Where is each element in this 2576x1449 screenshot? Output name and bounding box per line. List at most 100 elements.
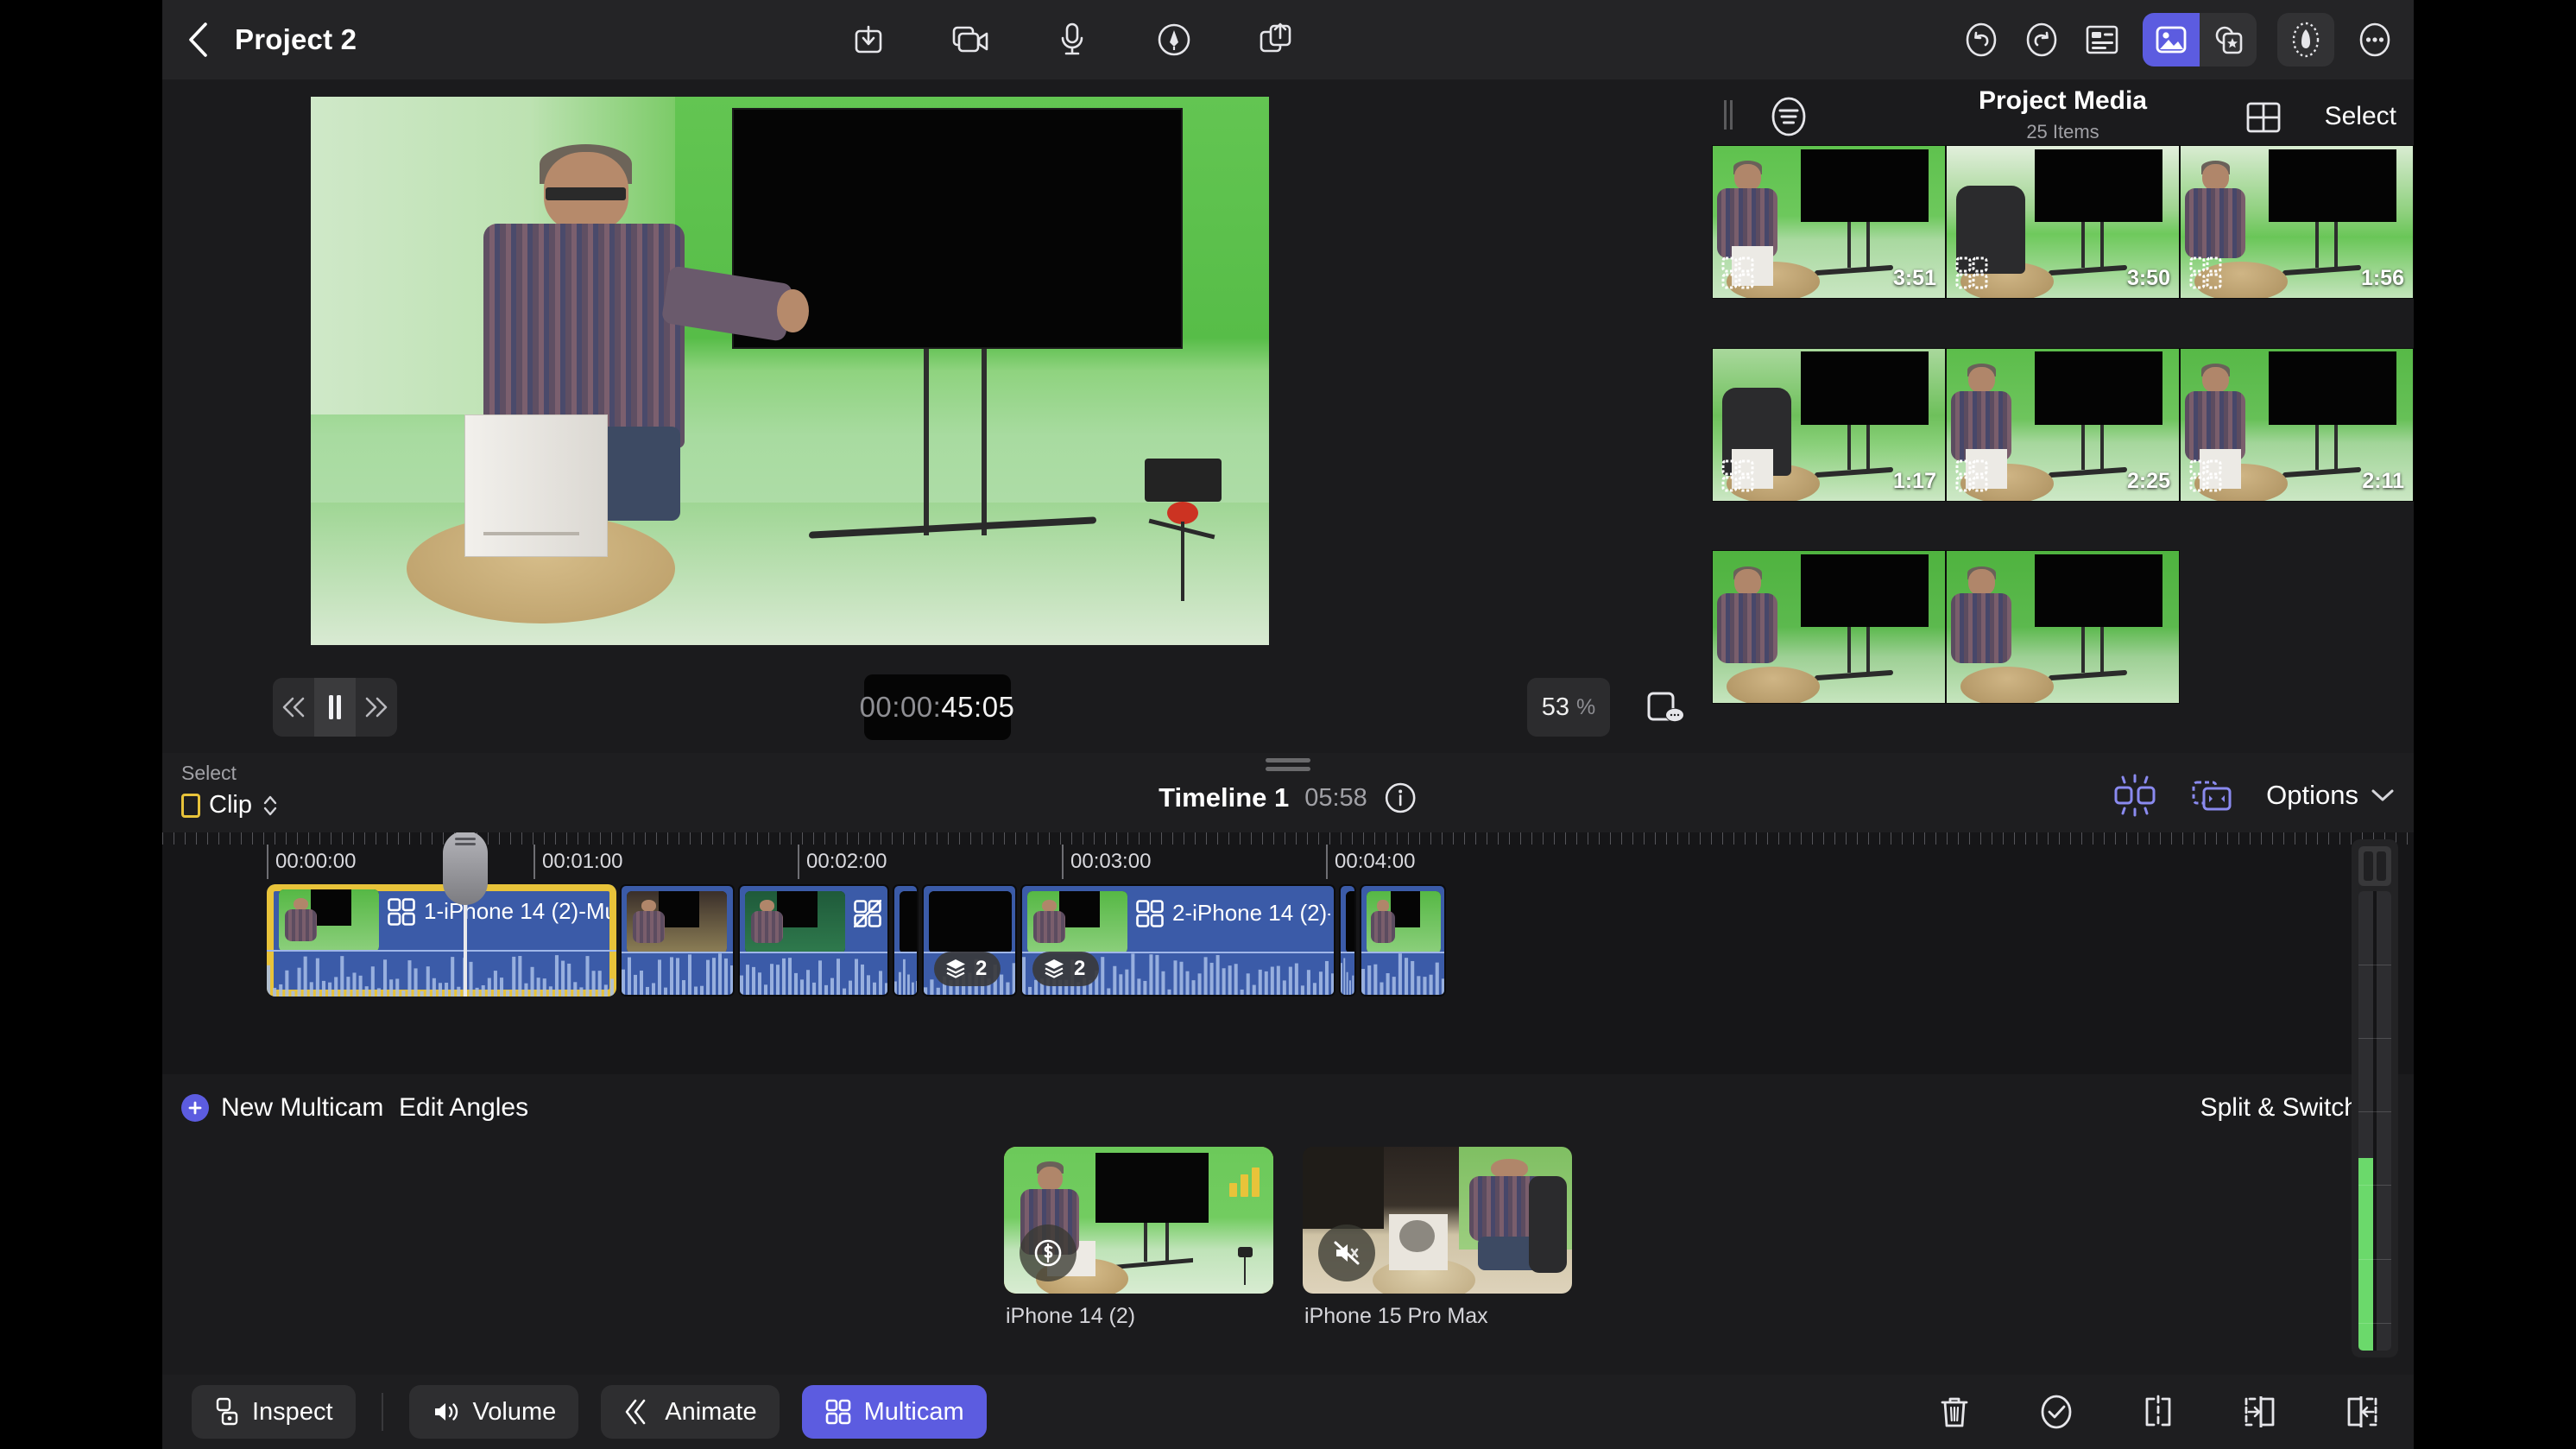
magic-wand-icon[interactable] — [2277, 13, 2334, 66]
timecode-display[interactable]: 00:00: 45:05 — [860, 674, 1015, 740]
timeline-clip[interactable]: 2-iPhone 14 (2)-Multicam Clip 6 2 — [1020, 884, 1335, 997]
timeline-name: Timeline 1 — [1159, 782, 1290, 813]
approve-icon[interactable] — [2034, 1389, 2079, 1434]
clip-layers-count: 2 — [1074, 957, 1086, 980]
media-select-button[interactable]: Select — [2325, 102, 2396, 131]
timeline-track[interactable]: 1-iPhone 14 (2)-Multicam Clip42-iP...22-… — [162, 884, 2414, 997]
edit-angles-button[interactable]: Edit Angles — [399, 1093, 528, 1123]
info-icon[interactable] — [1383, 781, 1417, 815]
timeline-title-group: Timeline 1 05:58 — [1159, 781, 1417, 815]
zoom-level-control[interactable]: 53 % — [1527, 678, 1610, 737]
angle-thumbnail[interactable] — [1004, 1147, 1273, 1294]
share-icon[interactable] — [1256, 20, 1296, 60]
clip-waveform — [622, 950, 733, 995]
bottom-left-tools: Inspect Volume Animate Multicam — [162, 1385, 987, 1439]
multicam-label: Multicam — [863, 1397, 964, 1426]
trim-start-icon[interactable] — [2238, 1389, 2282, 1434]
inspect-button[interactable]: Inspect — [192, 1385, 356, 1439]
media-item[interactable]: 3:51 — [1712, 145, 1946, 299]
record-voiceover-icon[interactable] — [1052, 20, 1092, 60]
clip-mode-selector[interactable]: Clip — [181, 791, 280, 819]
angle-label: iPhone 14 (2) — [1006, 1304, 1136, 1328]
media-duration: 3:51 — [1892, 266, 1936, 290]
new-multicam-button[interactable]: New Multicam — [181, 1093, 383, 1123]
angle-item-1[interactable]: iPhone 14 (2) — [1004, 1147, 1273, 1329]
audio-meter[interactable] — [2352, 839, 2398, 1357]
timeline-clip[interactable] — [1360, 884, 1446, 997]
timeline-clip[interactable] — [893, 884, 919, 997]
redo-icon[interactable] — [2022, 20, 2061, 60]
timecode-dim-prefix: 00:00: — [859, 691, 942, 723]
media-item[interactable]: 3:50 — [1946, 145, 2180, 299]
timeline-clip[interactable]: 1-iPhone 14 (2)-Multicam Clip — [267, 884, 616, 997]
volume-button[interactable]: Volume — [408, 1385, 579, 1439]
angle-label: iPhone 15 Pro Max — [1304, 1304, 1488, 1328]
multicam-icon — [2189, 256, 2222, 289]
transport-controls — [273, 678, 397, 737]
audio-channel-left — [2358, 891, 2373, 1351]
playhead[interactable] — [443, 832, 488, 997]
airplay-icon[interactable] — [1638, 681, 1693, 733]
clip-mode-label: Clip — [209, 791, 252, 819]
angle-audio-meter — [1229, 1166, 1260, 1197]
media-browser-panel: Project Media 25 Items Select 3:51 3:50 1:… — [1712, 79, 2414, 753]
angle-item-2[interactable]: iPhone 15 Pro Max — [1303, 1147, 1572, 1329]
audio-solo-icon[interactable] — [1020, 1224, 1076, 1281]
angle-thumbnail[interactable] — [1303, 1147, 1572, 1294]
timecode-value: 45:05 — [941, 691, 1015, 723]
titles-icon[interactable] — [2082, 20, 2122, 60]
timeline-options-button[interactable]: Options — [2266, 780, 2395, 811]
multicam-panel: New Multicam Edit Angles Split & Switch — [162, 1074, 2414, 1375]
media-item[interactable]: 2:25 — [1946, 347, 2180, 502]
timeline-clip[interactable]: 2-iP... — [738, 884, 889, 997]
timeline-ruler[interactable]: 00:00:00 00:01:00 00:02:00 00:03:00 00:0… — [162, 832, 2414, 884]
back-button[interactable] — [183, 22, 212, 57]
clip-waveform — [1361, 950, 1444, 995]
timeline-body[interactable]: 00:00:00 00:01:00 00:02:00 00:03:00 00:0… — [162, 832, 2414, 1074]
split-clip-icon[interactable] — [2136, 1389, 2181, 1434]
clip-thumbnail — [1346, 891, 1354, 953]
delete-icon[interactable] — [1932, 1389, 1977, 1434]
animate-icon — [625, 1399, 646, 1425]
timeline-clip[interactable] — [1339, 884, 1356, 997]
media-browser-title: Project Media — [1978, 86, 2148, 115]
timeline-clip[interactable]: 4 — [620, 884, 735, 997]
audio-muted-icon[interactable] — [1318, 1224, 1375, 1281]
draw-icon[interactable] — [1154, 20, 1194, 60]
multicam-button[interactable]: Multicam — [801, 1385, 987, 1439]
media-item[interactable]: 2:11 — [2180, 347, 2414, 502]
toolbar-center-group — [849, 20, 1296, 60]
playhead-handle[interactable] — [443, 832, 488, 905]
clip-thumbnail — [627, 891, 727, 953]
timeline-clip[interactable]: 2 — [922, 884, 1017, 997]
duplicate-clip-icon[interactable] — [2188, 774, 2237, 817]
panel-drag-handle[interactable] — [1266, 758, 1310, 775]
media-item[interactable] — [1946, 550, 2180, 705]
clip-thumbnail — [929, 891, 1012, 953]
media-item-count: 25 Items — [2026, 121, 2099, 142]
media-item[interactable] — [1712, 550, 1946, 705]
trim-end-icon[interactable] — [2339, 1389, 2384, 1434]
media-item[interactable]: 1:17 — [1712, 347, 1946, 502]
multicam-icon — [1721, 459, 1754, 492]
transition-icon[interactable] — [2111, 774, 2159, 817]
pause-button[interactable] — [314, 678, 356, 737]
multicam-icon — [825, 1399, 850, 1425]
stepper-chevrons-icon — [263, 795, 277, 815]
clip-layers-badge: 2 — [934, 952, 1001, 986]
more-options-icon[interactable] — [2355, 20, 2395, 60]
grid-view-icon[interactable] — [2243, 97, 2284, 138]
record-video-icon[interactable] — [950, 20, 990, 60]
photos-icon[interactable] — [2143, 13, 2200, 66]
animate-button[interactable]: Animate — [601, 1385, 780, 1439]
zoom-unit: % — [1576, 694, 1596, 719]
import-media-icon[interactable] — [849, 20, 888, 60]
video-preview[interactable] — [311, 97, 1269, 645]
audio-meter-bars — [2358, 891, 2391, 1351]
rewind-button[interactable] — [273, 678, 314, 737]
speaker-icon — [434, 1403, 458, 1421]
media-item[interactable]: 1:56 — [2180, 145, 2414, 299]
effects-icon[interactable] — [2200, 13, 2257, 66]
undo-icon[interactable] — [1961, 20, 2001, 60]
fast-forward-button[interactable] — [356, 678, 397, 737]
